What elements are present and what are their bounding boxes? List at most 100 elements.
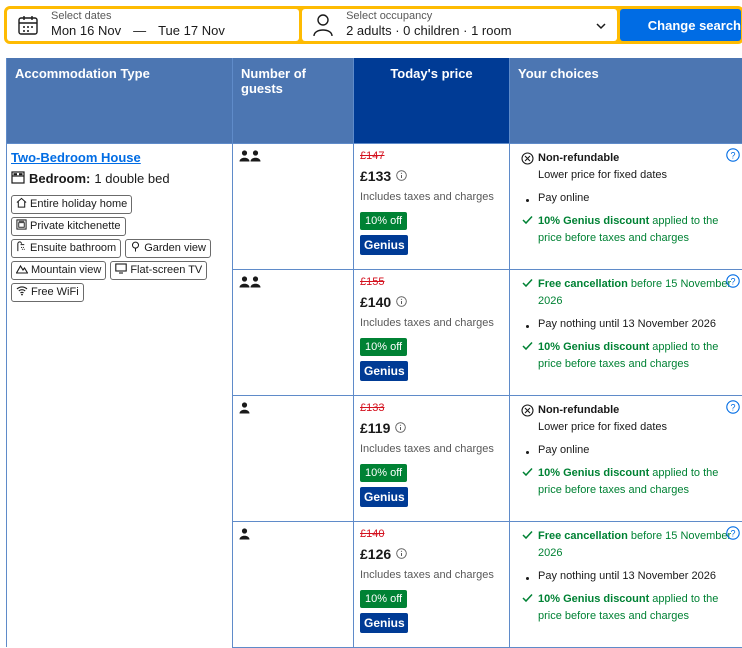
info-icon[interactable]	[395, 420, 406, 436]
taxes-note: Includes taxes and charges	[360, 569, 503, 581]
search-bar: Select dates Mon 16 Nov—Tue 17 Nov Selec…	[4, 6, 742, 44]
svg-text:?: ?	[730, 402, 735, 412]
change-search-button[interactable]: Change search	[620, 9, 741, 41]
discount-badge: 10% off	[360, 212, 407, 230]
occupancy-selector[interactable]: Select occupancy 2 adults · 0 children ·…	[302, 9, 617, 41]
header-your-choices: Your choices	[510, 58, 742, 143]
chevron-down-icon	[595, 19, 607, 37]
discount-badge: 10% off	[360, 338, 407, 356]
bullet-icon	[526, 199, 529, 202]
info-icon[interactable]	[396, 294, 407, 310]
price-cell: £133 £119 Includes taxes and charges 10%…	[354, 395, 510, 521]
current-price: £133	[360, 168, 391, 184]
guests-cell	[233, 521, 354, 647]
header-todays-price: Today's price	[354, 58, 510, 143]
choice-free-cancellation: Free cancellation before 15 November 202…	[516, 276, 736, 310]
person-icon	[239, 403, 250, 417]
table-row: Two-Bedroom House Bedroom: 1 double bed …	[7, 143, 742, 269]
choice-payment: Pay online	[516, 442, 736, 459]
room-name-link[interactable]: Two-Bedroom House	[11, 150, 141, 165]
choice-payment: Pay online	[516, 190, 736, 207]
check-icon	[516, 528, 538, 562]
svg-text:?: ?	[730, 276, 735, 286]
current-price: £126	[360, 546, 391, 562]
dates-label: Select dates	[51, 10, 225, 22]
current-price: £140	[360, 294, 391, 310]
genius-badge: Genius	[360, 361, 408, 381]
price-cell: £147 £133 Includes taxes and charges 10%…	[354, 143, 510, 269]
choice-genius-discount: 10% Genius discount applied to the price…	[516, 591, 736, 625]
amenity-chip: Flat-screen TV	[110, 261, 207, 280]
home-icon	[16, 197, 27, 211]
amenity-label: Mountain view	[31, 264, 101, 276]
choice-genius-discount: 10% Genius discount applied to the price…	[516, 465, 736, 499]
price-cell: £155 £140 Includes taxes and charges 10%…	[354, 269, 510, 395]
original-price: £133	[360, 402, 503, 414]
svg-text:?: ?	[730, 528, 735, 538]
bullet-icon	[526, 577, 529, 580]
guests-cell	[233, 395, 354, 521]
accommodation-cell: Two-Bedroom House Bedroom: 1 double bed …	[7, 143, 233, 647]
amenity-chip: Garden view	[125, 239, 211, 258]
choice-payment: Pay nothing until 13 November 2026	[516, 568, 736, 585]
taxes-note: Includes taxes and charges	[360, 317, 503, 329]
choice-non-refundable: Non-refundableLower price for fixed date…	[516, 402, 736, 436]
taxes-note: Includes taxes and charges	[360, 443, 503, 455]
wifi-icon	[16, 285, 28, 299]
choice-free-cancellation: Free cancellation before 15 November 202…	[516, 528, 736, 562]
date-picker[interactable]: Select dates Mon 16 Nov—Tue 17 Nov	[7, 9, 299, 41]
occupancy-value: 2 adults · 0 children · 1 room	[346, 22, 511, 40]
table-header: Accommodation Type Number of guests Toda…	[7, 58, 742, 143]
choice-genius-discount: 10% Genius discount applied to the price…	[516, 213, 736, 247]
mountain-icon	[16, 263, 28, 277]
genius-badge: Genius	[360, 613, 408, 633]
person-icon	[239, 277, 250, 291]
occupancy-label: Select occupancy	[346, 10, 511, 22]
choices-cell: ? Non-refundableLower price for fixed da…	[510, 395, 742, 521]
info-icon[interactable]	[396, 168, 407, 184]
tree-icon	[130, 241, 141, 255]
help-icon[interactable]: ?	[726, 526, 740, 543]
amenity-chip: Ensuite bathroom	[11, 239, 121, 258]
header-accommodation-type: Accommodation Type	[7, 58, 233, 143]
amenity-label: Free WiFi	[31, 286, 79, 298]
amenity-chip: Entire holiday home	[11, 195, 132, 214]
room-table: Accommodation Type Number of guests Toda…	[6, 58, 742, 648]
person-icon	[250, 151, 261, 165]
help-icon[interactable]: ?	[726, 148, 740, 165]
info-icon[interactable]	[396, 546, 407, 562]
person-icon	[239, 529, 250, 543]
amenity-chip: Private kitchenette	[11, 217, 126, 236]
bed-icon	[11, 171, 25, 187]
genius-badge: Genius	[360, 235, 408, 255]
choices-cell: ? Non-refundableLower price for fixed da…	[510, 143, 742, 269]
amenity-label: Private kitchenette	[30, 220, 121, 232]
amenity-label: Garden view	[144, 242, 206, 254]
amenity-chip: Free WiFi	[11, 283, 84, 302]
original-price: £140	[360, 528, 503, 540]
shower-icon	[16, 241, 27, 255]
check-icon	[516, 213, 538, 247]
choices-cell: ? Free cancellation before 15 November 2…	[510, 521, 742, 647]
amenities-list: Entire holiday home Private kitchenette En…	[11, 195, 228, 302]
non-refundable-icon	[516, 150, 538, 184]
bullet-icon	[526, 325, 529, 328]
bedroom-info: Bedroom: 1 double bed	[11, 171, 228, 187]
taxes-note: Includes taxes and charges	[360, 191, 503, 203]
person-icon	[310, 12, 336, 38]
original-price: £147	[360, 150, 503, 162]
bedroom-label: Bedroom:	[29, 171, 90, 186]
current-price: £119	[360, 420, 390, 436]
tv-icon	[115, 263, 127, 277]
bedroom-value: 1 double bed	[94, 171, 169, 186]
check-icon	[516, 276, 538, 310]
discount-badge: 10% off	[360, 464, 407, 482]
guests-cell	[233, 143, 354, 269]
bullet-icon	[526, 451, 529, 454]
genius-badge: Genius	[360, 487, 408, 507]
help-icon[interactable]: ?	[726, 400, 740, 417]
check-icon	[516, 339, 538, 373]
original-price: £155	[360, 276, 503, 288]
help-icon[interactable]: ?	[726, 274, 740, 291]
price-cell: £140 £126 Includes taxes and charges 10%…	[354, 521, 510, 647]
